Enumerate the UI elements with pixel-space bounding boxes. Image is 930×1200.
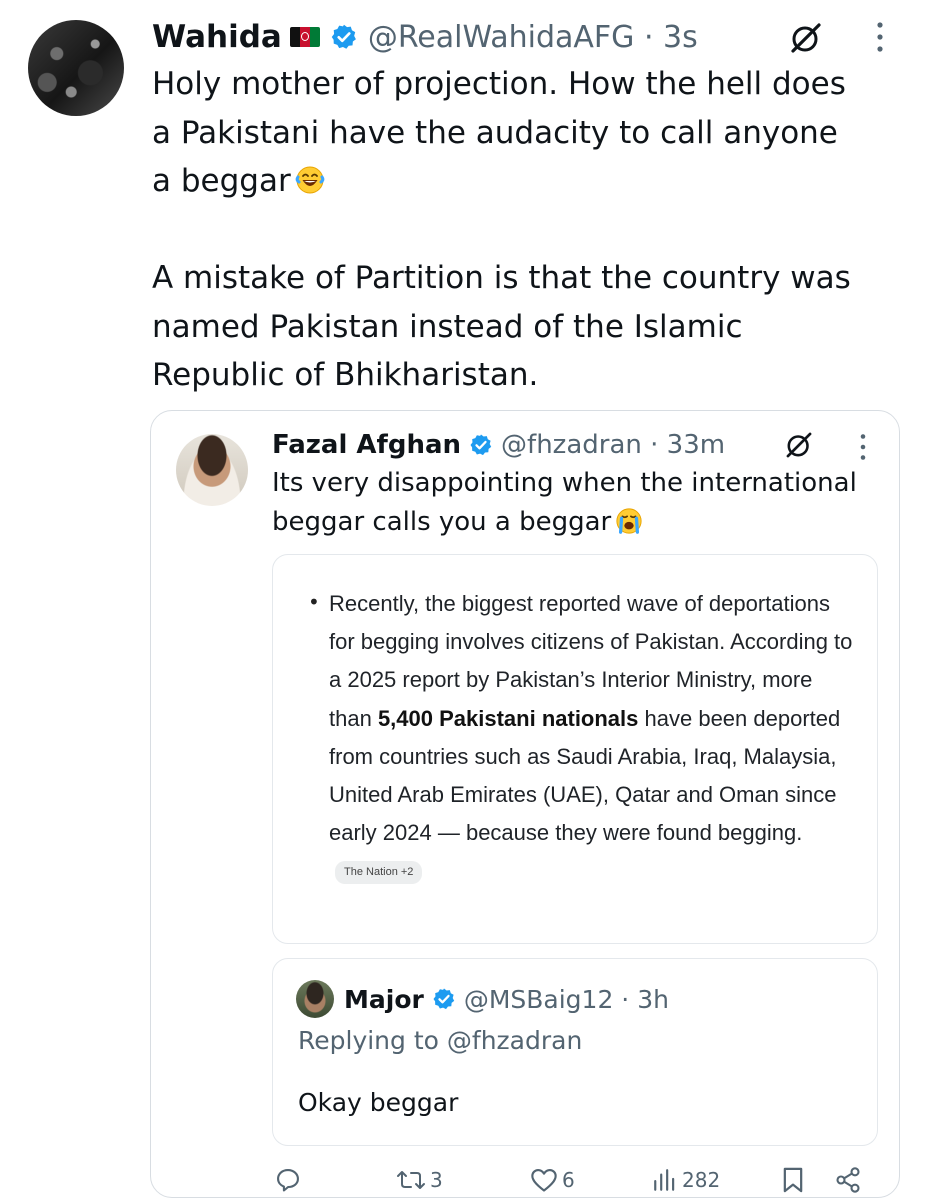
reply-author-handle-time[interactable]: @MSBaig12 · 3h [464, 985, 669, 1014]
replying-to[interactable]: Replying to @fhzadran [298, 1026, 582, 1055]
laughing-emoji-icon [295, 161, 325, 194]
verified-badge-icon [330, 23, 358, 51]
reply-author-name[interactable]: Major [344, 985, 424, 1014]
bookmark-button[interactable] [780, 1164, 806, 1196]
author-avatar[interactable] [28, 20, 124, 116]
heart-icon [530, 1167, 558, 1193]
crying-emoji-icon [615, 507, 643, 535]
tweet-text: Holy mother of projection. How the hell … [152, 60, 912, 400]
tweet-text-part1: Holy mother of projection. How the hell … [152, 66, 846, 199]
more-options-icon[interactable] [872, 20, 888, 58]
afghanistan-flag-icon [289, 27, 320, 47]
source-chip[interactable]: The Nation +2 [335, 861, 423, 885]
views-chart-icon [652, 1167, 678, 1193]
views-count: 282 [682, 1168, 721, 1192]
quoted-author-avatar[interactable] [176, 434, 248, 506]
grok-icon[interactable] [786, 18, 826, 62]
quoted-author-handle-time[interactable]: @fhzadran · 33m [501, 430, 725, 460]
share-icon [834, 1166, 862, 1194]
answer-bold-text: 5,400 Pakistani nationals [377, 705, 639, 731]
verified-badge-icon [469, 433, 493, 457]
quoted-tweet-header: Fazal Afghan @fhzadran · 33m [272, 424, 725, 466]
reply-header: Major @MSBaig12 · 3h [344, 980, 669, 1018]
reply-text: Okay beggar [298, 1088, 459, 1117]
views-button[interactable]: 282 [652, 1164, 720, 1196]
more-options-icon[interactable] [856, 432, 870, 466]
quoted-tweet-text-content: Its very disappointing when the internat… [272, 468, 857, 537]
quoted-tweet-text: Its very disappointing when the internat… [272, 464, 882, 542]
answer-text: Recently, the biggest reported wave of d… [329, 585, 859, 891]
reply-icon [274, 1166, 302, 1194]
reply-author-avatar[interactable] [296, 980, 334, 1018]
bookmark-icon [780, 1166, 806, 1194]
like-count: 6 [562, 1168, 575, 1192]
reply-button[interactable] [274, 1164, 306, 1196]
tweet-text-part2: A mistake of Partition is that the count… [152, 260, 851, 393]
share-button[interactable] [834, 1164, 862, 1196]
retweet-button[interactable]: 3 [396, 1164, 443, 1196]
grok-icon[interactable] [782, 428, 816, 466]
quoted-author-name[interactable]: Fazal Afghan [272, 430, 461, 460]
retweet-icon [396, 1167, 426, 1193]
verified-badge-icon [432, 987, 456, 1011]
tweet-header: Wahida @RealWahidaAFG · 3s [152, 14, 698, 60]
author-handle-time[interactable]: @RealWahidaAFG · 3s [368, 20, 698, 55]
like-button[interactable]: 6 [530, 1164, 575, 1196]
bullet-point: • [308, 590, 320, 614]
retweet-count: 3 [430, 1168, 443, 1192]
author-name[interactable]: Wahida [152, 19, 282, 55]
